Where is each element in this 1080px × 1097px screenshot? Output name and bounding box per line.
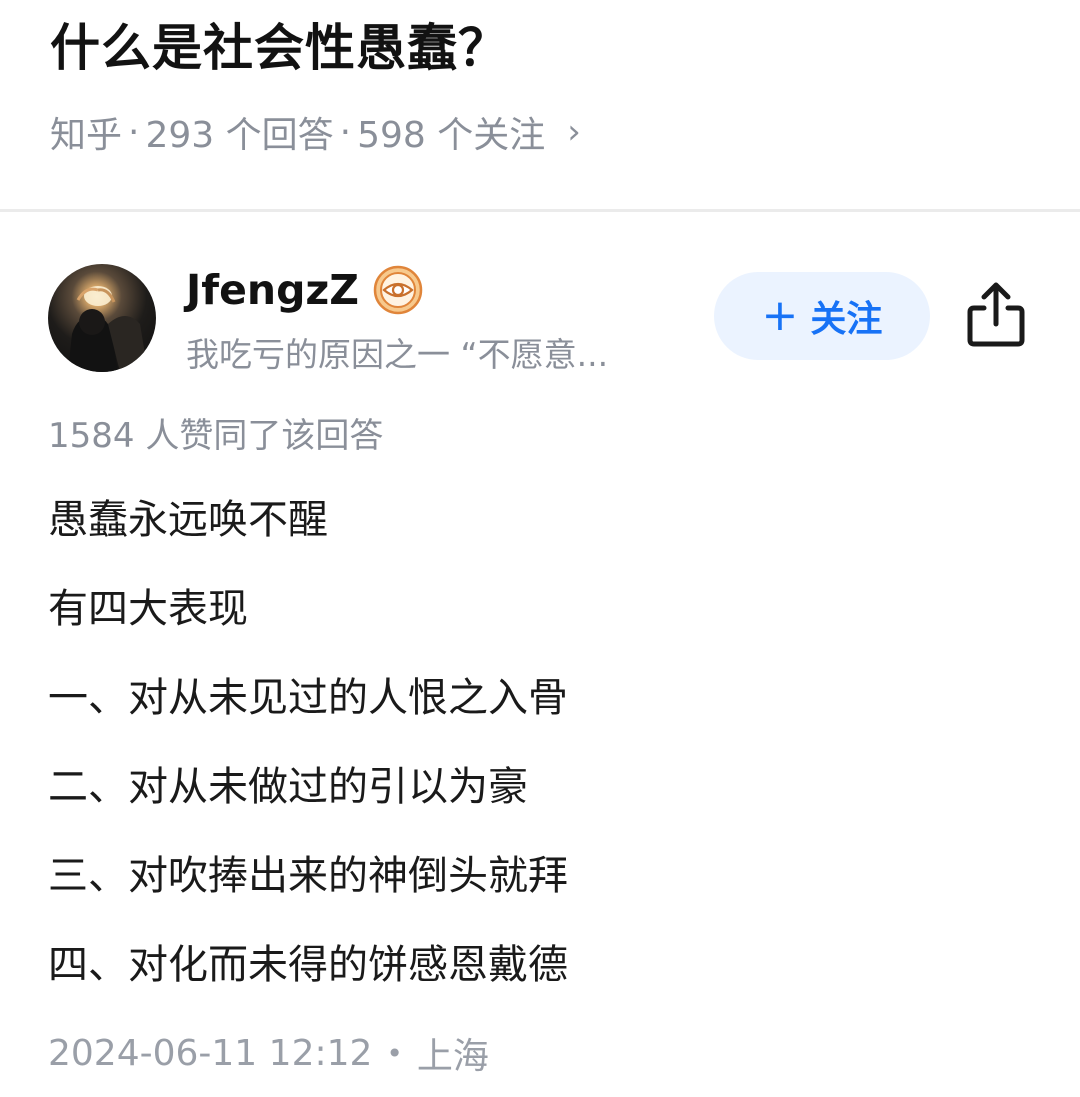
avatar[interactable] <box>48 264 156 372</box>
chevron-right-icon: › <box>567 112 581 152</box>
question-meta[interactable]: 知乎 · 293 个回答 · 598 个关注 › <box>50 108 581 157</box>
meta-separator: · <box>339 111 352 153</box>
answer-line: 三、对吹捧出来的神倒头就拜 <box>48 853 568 899</box>
vote-count: 1584 人赞同了该回答 <box>48 416 384 456</box>
author-name-line: JfengzZ <box>186 260 423 320</box>
follow-label: 关注 <box>810 299 883 340</box>
answer-line: 愚蠢永远唤不醒 <box>48 497 328 543</box>
answer-line: 二、对从未做过的引以为豪 <box>48 764 528 810</box>
question-title[interactable]: 什么是社会性愚蠢？ <box>50 12 509 84</box>
eye-badge-icon <box>373 265 423 315</box>
answer-datetime: 2024-06-11 12:12 <box>48 1032 373 1074</box>
answer-footer: 2024-06-11 12:12 • 上海 <box>48 1026 489 1080</box>
answer-line: 四、对化而未得的饼感恩戴德 <box>48 942 568 988</box>
answer-line: 有四大表现 <box>48 586 248 632</box>
follow-button[interactable]: + 关注 <box>714 272 930 360</box>
share-icon[interactable] <box>966 280 1026 348</box>
plus-icon: + <box>761 290 799 341</box>
source-label: 知乎 <box>50 115 123 156</box>
answer-count: 293 个回答 <box>145 115 334 156</box>
meta-separator: · <box>128 111 140 153</box>
answer-line: 一、对从未见过的人恨之入骨 <box>48 675 568 721</box>
follower-count: 598 个关注 <box>357 115 546 156</box>
author-row: JfengzZ 我吃亏的原因之一 “不愿意... + 关注 <box>0 260 1080 375</box>
author-name[interactable]: JfengzZ <box>186 266 359 314</box>
question-header: 什么是社会性愚蠢？ 知乎 · 293 个回答 · 598 个关注 › <box>0 0 1080 212</box>
answer-body[interactable]: 愚蠢永远唤不醒 有四大表现 一、对从未见过的人恨之入骨 二、对从未做过的引以为豪… <box>48 490 1028 1024</box>
author-bio: 我吃亏的原因之一 “不愿意... <box>186 335 609 374</box>
footer-dot: • <box>386 1036 403 1070</box>
answer-location: 上海 <box>416 1036 489 1077</box>
